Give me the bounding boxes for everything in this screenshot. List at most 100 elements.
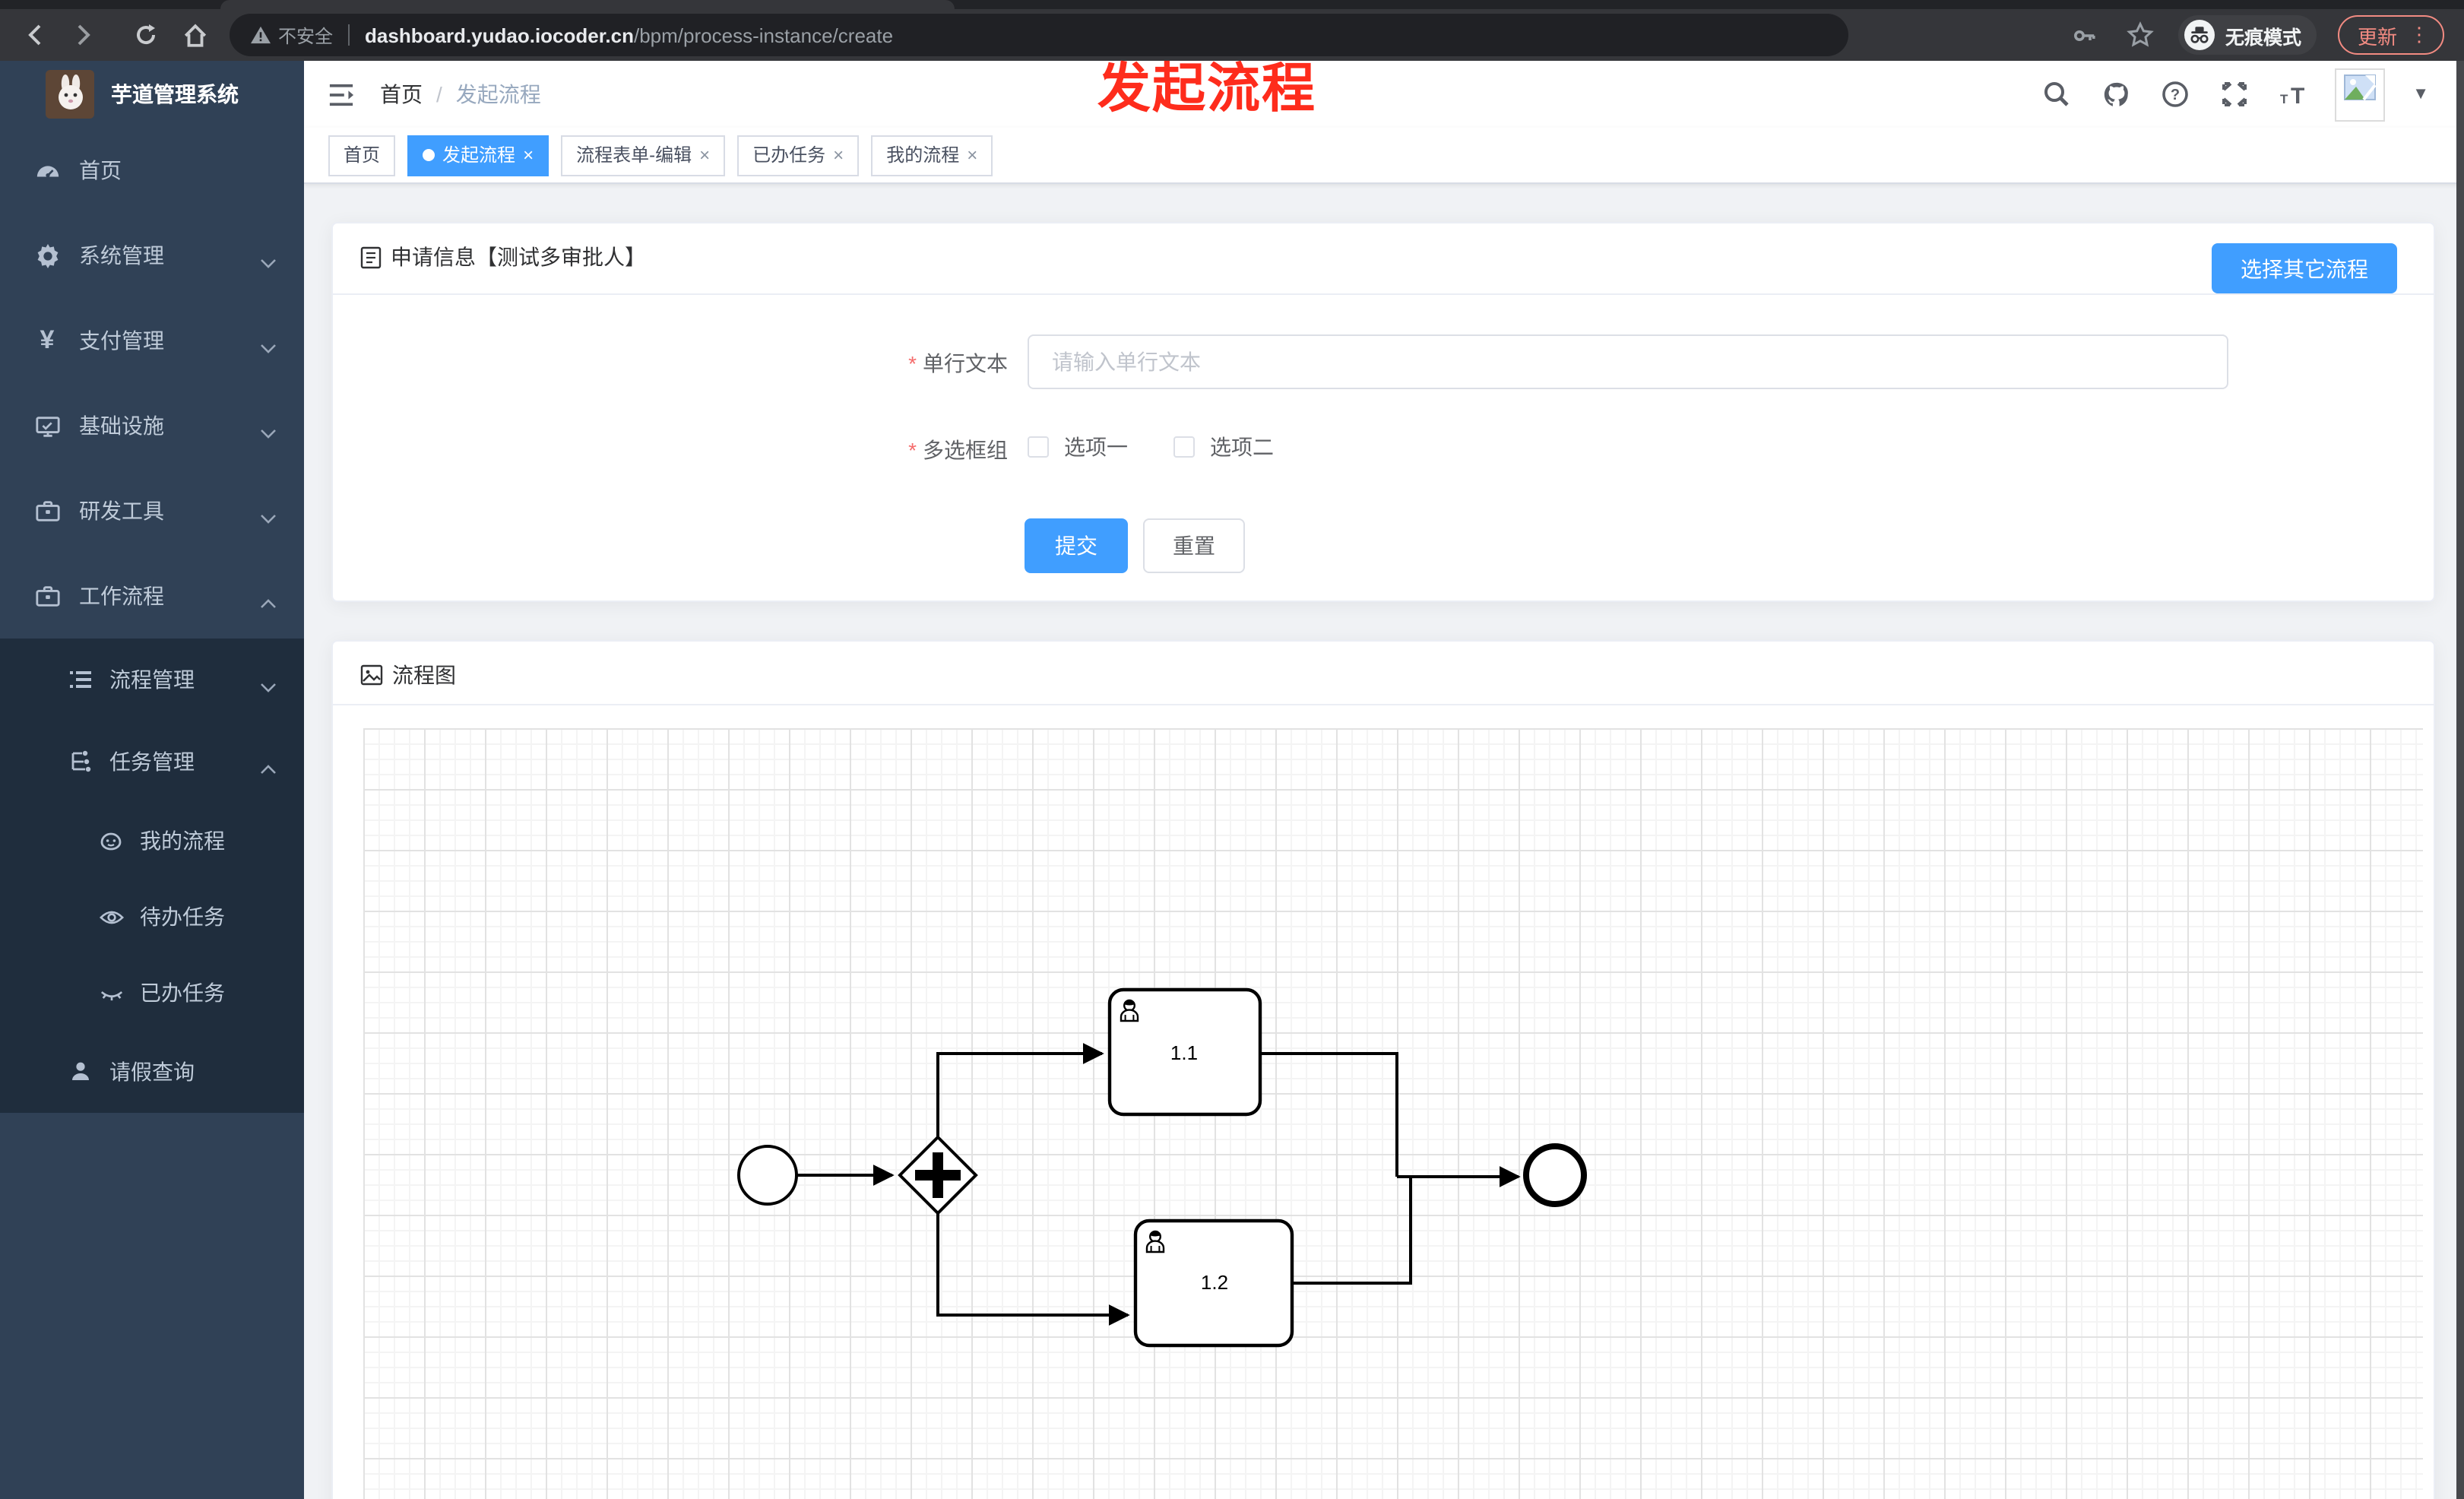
sidebar-item-infra[interactable]: 基础设施 <box>0 383 304 468</box>
sidebar-item-label: 待办任务 <box>140 905 225 929</box>
bpmn-canvas[interactable]: 1.1 1.2 <box>363 728 2423 1499</box>
sidebar-item-todo-tasks[interactable]: 待办任务 <box>0 879 304 955</box>
card-divider <box>333 704 2434 705</box>
svg-text:T: T <box>2291 84 2304 106</box>
browser-tabstrip <box>0 0 2464 9</box>
process-diagram-card: 流程图 1.1 1.2 <box>331 640 2435 1499</box>
flow-gateway-to-task2 <box>936 1212 1130 1326</box>
task-1-2-label: 1.2 <box>1201 1271 1228 1294</box>
briefcase-icon <box>33 582 61 610</box>
close-icon[interactable]: × <box>833 136 844 174</box>
dashboard-icon <box>33 157 61 184</box>
incognito-badge: 无痕模式 <box>2177 15 2317 55</box>
page-content: 申请信息【测试多审批人】 选择其它流程 *单行文本 *多选框组 选项一 <box>304 182 2464 1499</box>
checkbox-option-1[interactable] <box>1028 436 1049 458</box>
sidebar-item-my-process[interactable]: 我的流程 <box>0 803 304 879</box>
tab-done-tasks[interactable]: 已办任务 × <box>737 135 860 176</box>
breadcrumb-separator: / <box>436 82 442 106</box>
app-logo[interactable]: 芋道管理系统 <box>0 61 304 128</box>
sidebar-item-payment[interactable]: ¥ 支付管理 <box>0 298 304 383</box>
sidebar-item-label: 我的流程 <box>140 829 225 853</box>
checkbox-group: 选项一 选项二 <box>1028 432 1274 462</box>
reload-icon[interactable] <box>129 18 163 52</box>
tab-start-process[interactable]: 发起流程 × <box>407 135 549 176</box>
flow-gateway-to-task1 <box>936 1043 1104 1139</box>
star-icon[interactable] <box>2124 18 2157 52</box>
tab-my-process[interactable]: 我的流程 × <box>871 135 993 176</box>
github-icon[interactable] <box>2098 76 2134 113</box>
reset-button[interactable]: 重置 <box>1143 518 1245 573</box>
warning-icon <box>251 26 271 44</box>
chevron-down-icon <box>260 505 277 529</box>
user-icon <box>67 1058 94 1085</box>
chevron-down-icon <box>260 249 277 274</box>
sidebar-submenu-workflow: 流程管理 任务管理 我的流程 待办任务 已办任务 请假查询 <box>0 639 304 1113</box>
back-icon[interactable] <box>20 18 53 52</box>
avatar[interactable] <box>2335 68 2386 121</box>
update-button[interactable]: 更新 ⋮ <box>2337 15 2444 55</box>
url-divider <box>348 24 350 46</box>
list-icon <box>67 666 94 693</box>
app-title: 芋道管理系统 <box>111 82 239 106</box>
home-icon[interactable] <box>178 18 211 52</box>
sidebar-item-label: 支付管理 <box>79 328 164 353</box>
page-scrollbar[interactable] <box>2456 61 2464 1499</box>
close-icon[interactable]: × <box>523 136 534 174</box>
close-icon[interactable]: × <box>699 136 710 174</box>
sidebar-item-devtools[interactable]: 研发工具 <box>0 468 304 553</box>
screen: 发起流程 不安全 dashboard.yudao.iocoder.cn/bpm/… <box>0 0 2464 1499</box>
checkbox-option-2-label[interactable]: 选项二 <box>1210 432 1274 462</box>
forward-icon[interactable] <box>65 18 99 52</box>
sidebar-item-leave-query[interactable]: 请假查询 <box>0 1031 304 1113</box>
card-divider <box>333 293 2434 295</box>
caret-down-icon[interactable]: ▼ <box>2412 85 2429 103</box>
search-icon[interactable] <box>2038 76 2075 113</box>
image-icon <box>360 664 383 686</box>
sidebar-item-process-mgmt[interactable]: 流程管理 <box>0 639 304 721</box>
bpmn-diagram: 1.1 1.2 <box>737 987 1587 1348</box>
card-title: 申请信息【测试多审批人】 <box>360 242 646 272</box>
checkbox-option-1-label[interactable]: 选项一 <box>1064 432 1128 462</box>
sidebar-item-done-tasks[interactable]: 已办任务 <box>0 955 304 1031</box>
face-icon <box>97 827 125 854</box>
chevron-down-icon <box>260 420 277 444</box>
tags-view-bar: 首页 发起流程 × 流程表单-编辑 × 已办任务 × 我的流程 × <box>304 128 2464 184</box>
fullscreen-icon[interactable] <box>2216 76 2253 113</box>
sidebar-item-label: 流程管理 <box>109 667 195 692</box>
flow-task2-out <box>1292 1177 1412 1285</box>
sidebar-collapse-icon[interactable] <box>322 76 359 113</box>
document-icon <box>360 246 382 268</box>
main-area: 首页 / 发起流程 ? TT ▼ 首页 发起流程 × 流程表单-编辑 × 已办任… <box>304 61 2464 1499</box>
sidebar-item-label: 请假查询 <box>109 1060 195 1084</box>
site-security[interactable]: 不安全 <box>251 22 333 48</box>
submit-button[interactable]: 提交 <box>1025 518 1128 573</box>
sidebar-item-home[interactable]: 首页 <box>0 128 304 213</box>
page-annotation: 发起流程 <box>1097 59 1317 119</box>
more-dots-icon[interactable]: ⋮ <box>2409 23 2429 47</box>
browser-active-tab[interactable] <box>220 0 955 9</box>
tab-home[interactable]: 首页 <box>328 135 396 176</box>
sidebar-item-task-mgmt[interactable]: 任务管理 <box>0 721 304 803</box>
app-header: 首页 / 发起流程 ? TT ▼ <box>304 61 2464 128</box>
breadcrumb-home[interactable]: 首页 <box>380 79 423 109</box>
help-icon[interactable]: ? <box>2157 76 2193 113</box>
card-title: 流程图 <box>360 660 456 690</box>
single-line-text-input[interactable] <box>1028 334 2228 389</box>
sidebar-item-workflow[interactable]: 工作流程 <box>0 553 304 639</box>
sidebar-item-label: 基础设施 <box>79 414 164 438</box>
chevron-down-icon <box>260 673 277 698</box>
close-icon[interactable]: × <box>967 136 977 174</box>
key-icon[interactable] <box>2069 18 2102 52</box>
url-bar[interactable]: 不安全 dashboard.yudao.iocoder.cn/bpm/proce… <box>230 14 1848 56</box>
tab-process-form-edit[interactable]: 流程表单-编辑 × <box>561 135 726 176</box>
font-size-icon[interactable]: TT <box>2276 76 2312 113</box>
checkbox-option-2[interactable] <box>1173 436 1195 458</box>
select-other-process-button[interactable]: 选择其它流程 <box>2212 243 2397 293</box>
sidebar-item-system[interactable]: 系统管理 <box>0 213 304 298</box>
start-event <box>737 1145 798 1206</box>
apply-info-card: 申请信息【测试多审批人】 选择其它流程 *单行文本 *多选框组 选项一 <box>331 222 2435 602</box>
breadcrumb-current: 发起流程 <box>455 82 541 106</box>
end-event <box>1523 1143 1587 1207</box>
url-path: /bpm/process-instance/create <box>634 24 894 46</box>
toolbox-icon <box>33 497 61 524</box>
